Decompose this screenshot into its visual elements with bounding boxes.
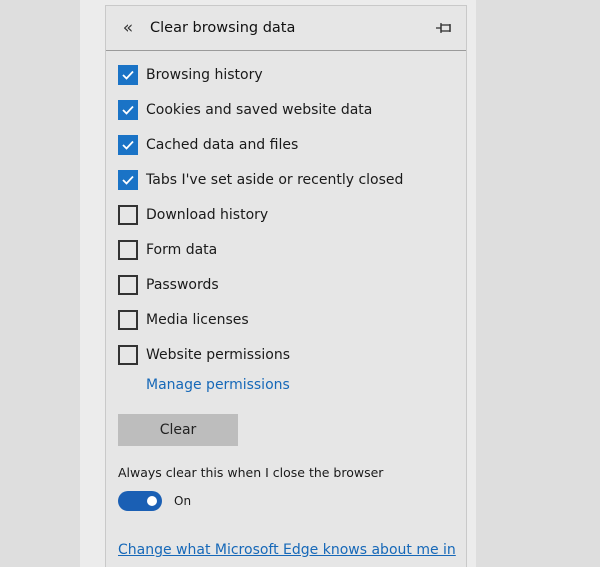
checkmark-icon: [122, 175, 134, 185]
checkbox-row[interactable]: Cookies and saved website data: [118, 100, 458, 122]
checkbox-checked[interactable]: [118, 170, 138, 190]
checkbox-row[interactable]: Tabs I've set aside or recently closed: [118, 170, 458, 192]
checkbox-label: Website permissions: [146, 347, 291, 363]
checkbox-label: Cookies and saved website data: [146, 102, 373, 118]
checkbox-row[interactable]: Form data: [118, 240, 458, 262]
clear-button[interactable]: Clear: [118, 414, 238, 446]
checkbox-row[interactable]: Media licenses: [118, 310, 458, 332]
pin-icon[interactable]: [435, 20, 453, 36]
checkbox-row[interactable]: Download history: [118, 205, 458, 227]
checkbox-unchecked[interactable]: [118, 345, 138, 365]
checkbox-unchecked[interactable]: [118, 310, 138, 330]
checkbox-label: Browsing history: [146, 67, 263, 83]
checkbox-label: Download history: [146, 207, 269, 223]
checkmark-icon: [122, 70, 134, 80]
checkmark-icon: [122, 105, 134, 115]
checkbox-row[interactable]: Cached data and files: [118, 135, 458, 157]
double-chevron-left-icon[interactable]: «: [120, 17, 136, 39]
always-clear-toggle[interactable]: [118, 491, 162, 511]
checkbox-label: Tabs I've set aside or recently closed: [146, 172, 404, 188]
always-clear-label: Always clear this when I close the brows…: [118, 465, 384, 480]
checkbox-label: Form data: [146, 242, 218, 258]
toggle-state-text: On: [174, 494, 192, 508]
manage-permissions-link[interactable]: Manage permissions: [146, 375, 290, 395]
panel-header: « Clear browsing data: [106, 6, 466, 51]
checkbox-label: Media licenses: [146, 312, 249, 328]
checkmark-icon: [122, 140, 134, 150]
checkbox-unchecked[interactable]: [118, 240, 138, 260]
checkbox-checked[interactable]: [118, 135, 138, 155]
edge-privacy-link[interactable]: Change what Microsoft Edge knows about m…: [118, 540, 456, 560]
checkbox-row[interactable]: Passwords: [118, 275, 458, 297]
checkbox-checked[interactable]: [118, 100, 138, 120]
checkbox-checked[interactable]: [118, 65, 138, 85]
checkbox-unchecked[interactable]: [118, 205, 138, 225]
checkbox-row[interactable]: Website permissions: [118, 345, 458, 367]
checkbox-row[interactable]: Browsing history: [118, 65, 458, 87]
checkbox-label: Cached data and files: [146, 137, 299, 153]
checkbox-label: Passwords: [146, 277, 219, 293]
clear-browsing-data-panel: « Clear browsing data Browsing history Co…: [105, 5, 467, 567]
checkbox-unchecked[interactable]: [118, 275, 138, 295]
page-title: Clear browsing data: [150, 20, 296, 36]
toggle-knob: [147, 496, 157, 506]
